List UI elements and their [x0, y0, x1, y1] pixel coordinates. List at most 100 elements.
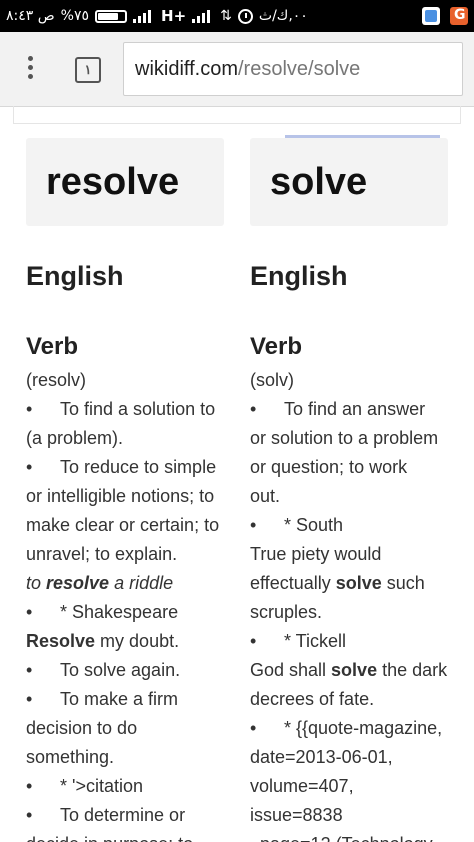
url-domain: wikidiff.com — [135, 58, 238, 80]
definition-text: my doubt. — [95, 631, 180, 651]
definition-text: issue=8838 — [250, 805, 343, 825]
definition-line: or question; to work — [250, 453, 448, 482]
definition-line: or intelligible notions; to — [26, 482, 224, 511]
definition-line: date=2013-06-01, — [250, 743, 448, 772]
definition-bullet-line: To solve again. — [26, 656, 224, 685]
status-left: ص ٨:٤٣ %٧٥ H+ ⇅ ٠٠,ك/ث — [6, 7, 308, 25]
bullet-icon — [250, 511, 284, 540]
definition-line: something. — [26, 743, 224, 772]
signal-icon — [133, 9, 155, 23]
definition-line: effectually solve such — [250, 569, 448, 598]
definition-text: To determine or — [60, 805, 186, 825]
definition-line: make clear or certain; to — [26, 511, 224, 540]
definition-text: (a problem). — [26, 428, 124, 448]
tab-switcher-button[interactable]: ١ — [75, 57, 101, 83]
highlighted-term: solve — [331, 660, 378, 680]
highlighted-term: solve — [335, 573, 382, 593]
definition-bullet-line: * Shakespeare — [26, 598, 224, 627]
definition-line: out. — [250, 482, 448, 511]
definition-text: scruples. — [250, 602, 323, 622]
menu-icon[interactable] — [23, 56, 37, 82]
definition-line: or solution to a problem — [250, 424, 448, 453]
definition-text: effectually — [250, 573, 336, 593]
definition-bullet-line: To find an answer — [250, 395, 448, 424]
alarm-icon — [237, 8, 253, 24]
definition-bullet-line: * South — [250, 511, 448, 540]
url-bar[interactable]: wikidiff.com/resolve/solve — [123, 42, 463, 96]
definition-text: To reduce to simple — [60, 457, 217, 477]
definition-bullet-line: * {{quote-magazine, — [250, 714, 448, 743]
network-type: H+ — [161, 7, 187, 25]
definition-text: * {{quote-magazine, — [284, 718, 443, 738]
definition-line: issue=8838 — [250, 801, 448, 830]
definition-text: out. — [250, 486, 281, 506]
definition-line: to resolve a riddle — [26, 569, 224, 598]
status-time: ص ٨:٤٣ — [6, 8, 55, 24]
definition-line: (a problem). — [26, 424, 224, 453]
part-of-speech-heading: Verb — [26, 333, 79, 360]
definition-bullet-line: * '>citation — [26, 772, 224, 801]
battery-icon — [95, 9, 128, 23]
status-bar: ص ٨:٤٣ %٧٥ H+ ⇅ ٠٠,ك/ث — [0, 0, 474, 32]
app-icon — [422, 7, 440, 25]
word-title-resolve: resolve — [26, 138, 224, 226]
definition-bullet-line: To make a firm — [26, 685, 224, 714]
battery-fill — [98, 12, 118, 20]
bullet-icon — [26, 772, 60, 801]
definition-line: scruples. — [250, 598, 448, 627]
bullet-icon — [26, 598, 60, 627]
definition-text: True piety would — [250, 544, 382, 564]
definition-text: the dark — [377, 660, 448, 680]
pronunciation: (solv) — [250, 370, 294, 390]
definition-line: God shall solve the dark — [250, 656, 448, 685]
bullet-icon — [250, 714, 284, 743]
bullet-icon — [250, 627, 284, 656]
bullet-icon — [26, 453, 60, 482]
definition-text: or solution to a problem — [250, 428, 439, 448]
definition-text: * South — [284, 515, 344, 535]
definition-text: decrees of fate. — [250, 689, 375, 709]
column-solve: solve English Verb (solv) To find an ans… — [250, 138, 448, 842]
definition-text: * Tickell — [284, 631, 347, 651]
definition-line: True piety would — [250, 540, 448, 569]
definition-line: decision to do — [26, 714, 224, 743]
definition-text: decide in purpose; to — [26, 834, 193, 842]
definition-text: unravel; to explain. — [26, 544, 178, 564]
status-right — [422, 7, 468, 25]
browser-toolbar: ١ wikidiff.com/resolve/solve — [0, 32, 474, 138]
definition-line: unravel; to explain. — [26, 540, 224, 569]
url-path: /resolve/solve — [238, 58, 361, 80]
definition-line: volume=407, — [250, 772, 448, 801]
definition-bullet-line: To reduce to simple — [26, 453, 224, 482]
column-resolve: resolve English Verb (resolv) To find a … — [26, 138, 224, 842]
google-icon — [450, 7, 468, 25]
language-heading: English — [26, 261, 124, 291]
definition-line: decrees of fate. — [250, 685, 448, 714]
definition-text: something. — [26, 747, 115, 767]
part-of-speech-heading: Verb — [250, 333, 303, 360]
definition-text: make clear or certain; to — [26, 515, 220, 535]
bullet-icon — [250, 395, 284, 424]
definition-line: Resolve my doubt. — [26, 627, 224, 656]
definition-list: To find an answer or solution to a proble… — [250, 395, 448, 842]
data-speed: ٠٠,ك/ث — [258, 8, 308, 24]
definition-text: to — [26, 573, 47, 593]
definition-bullet-line: To find a solution to — [26, 395, 224, 424]
definition-line: , page=12 (Technology — [250, 830, 448, 842]
definition-text: such — [381, 573, 425, 593]
word-title-solve: solve — [250, 138, 448, 226]
bullet-icon — [26, 656, 60, 685]
definition-line: decide in purpose; to — [26, 830, 224, 842]
bullet-icon — [26, 685, 60, 714]
definition-text: decision to do — [26, 718, 138, 738]
pronunciation: (resolv) — [26, 370, 87, 390]
definition-text: * Shakespeare — [60, 602, 179, 622]
definition-text: or question; to work — [250, 457, 408, 477]
definition-text: date=2013-06-01, — [250, 747, 393, 767]
definition-text: To make a firm — [60, 689, 179, 709]
definition-list: To find a solution to (a problem). To redu… — [26, 395, 224, 842]
network-activity-icon: ⇅ — [220, 8, 232, 24]
definition-bullet-line: * Tickell — [250, 627, 448, 656]
definition-text: * '>citation — [60, 776, 143, 796]
language-heading: English — [250, 261, 348, 291]
